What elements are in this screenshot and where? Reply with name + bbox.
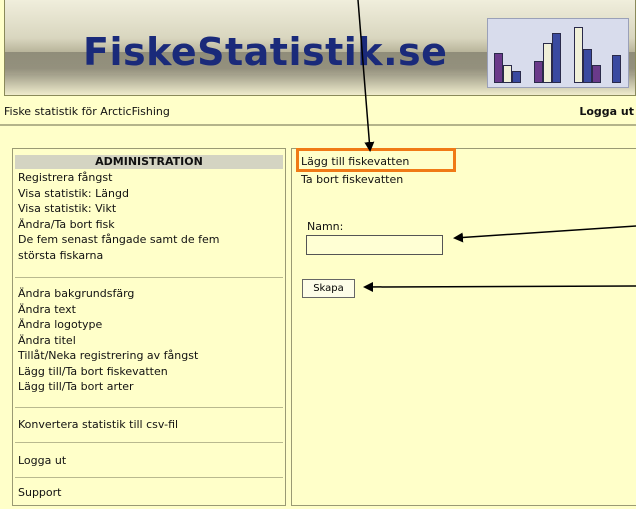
menu-item-support[interactable]: Support	[18, 485, 61, 501]
divider	[15, 477, 283, 478]
menu-item-weight-stats[interactable]: Visa statistik: Vikt	[18, 201, 220, 217]
menu-group-settings: Ändra bakgrundsfärg Ändra text Ändra log…	[18, 286, 198, 395]
site-subtitle: Fiske statistik för ArcticFishing	[4, 105, 170, 118]
menu-item-length-stats[interactable]: Visa statistik: Längd	[18, 186, 220, 202]
divider	[15, 277, 283, 278]
site-title: FiskeStatistik.se	[83, 30, 448, 74]
menu-item-title[interactable]: Ändra titel	[18, 333, 198, 349]
menu-item-logotype[interactable]: Ändra logotype	[18, 317, 198, 333]
divider	[15, 407, 283, 408]
menu-item-species[interactable]: Lägg till/Ta bort arter	[18, 379, 198, 395]
sidebar-heading: ADMINISTRATION	[15, 155, 283, 169]
menu-item-convert-csv[interactable]: Konvertera statistik till csv-fil	[18, 417, 178, 433]
main-content	[291, 148, 636, 506]
admin-sidebar: ADMINISTRATION Registrera fångst Visa st…	[12, 148, 286, 506]
menu-item-allow-registration[interactable]: Tillåt/Neka registrering av fångst	[18, 348, 198, 364]
header-banner: FiskeStatistik.se	[4, 0, 636, 96]
menu-group-statistics: Registrera fångst Visa statistik: Längd …	[18, 170, 220, 263]
highlight-box	[296, 148, 456, 172]
divider	[15, 442, 283, 443]
logout-link[interactable]: Logga ut	[579, 105, 634, 118]
remove-fishing-water-link[interactable]: Ta bort fiskevatten	[301, 173, 403, 186]
menu-item-register-catch[interactable]: Registrera fångst	[18, 170, 220, 186]
menu-item-fishing-waters[interactable]: Lägg till/Ta bort fiskevatten	[18, 364, 198, 380]
menu-item-latest-largest[interactable]: De fem senast fångade samt de fem	[18, 232, 220, 248]
name-input[interactable]	[306, 235, 443, 255]
menu-item-latest-largest-cont[interactable]: största fiskarna	[18, 248, 220, 264]
create-button[interactable]: Skapa	[302, 279, 355, 298]
menu-item-background-color[interactable]: Ändra bakgrundsfärg	[18, 286, 198, 302]
header-divider	[0, 124, 636, 126]
menu-item-logout[interactable]: Logga ut	[18, 453, 66, 469]
bar-chart-logo-icon	[487, 18, 629, 88]
menu-item-text[interactable]: Ändra text	[18, 302, 198, 318]
menu-item-edit-fish[interactable]: Ändra/Ta bort fisk	[18, 217, 220, 233]
name-label: Namn:	[307, 220, 344, 233]
